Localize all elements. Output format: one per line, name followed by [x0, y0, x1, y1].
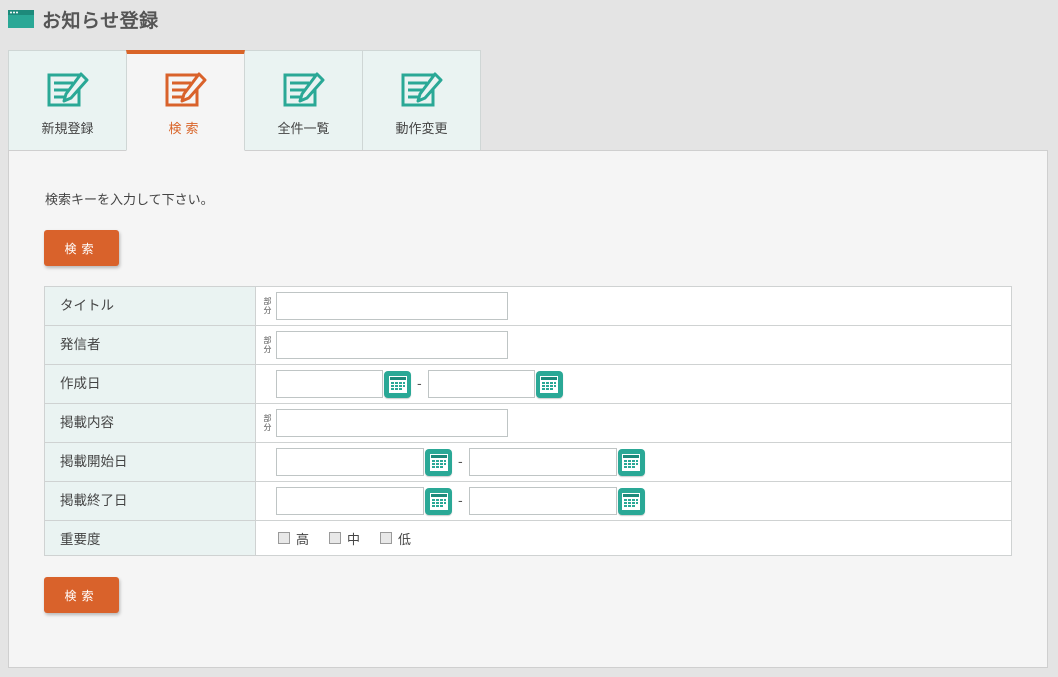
form-row-content: 掲載内容 部分	[44, 403, 1012, 443]
start-date-from-input[interactable]	[276, 448, 424, 476]
tab-search[interactable]: 検索	[126, 50, 245, 151]
calendar-button[interactable]	[425, 487, 452, 515]
field-label-start-date: 掲載開始日	[44, 442, 256, 482]
calendar-icon	[622, 453, 641, 471]
checkbox[interactable]	[278, 532, 290, 544]
search-panel: 検索キーを入力して下さい。 検索 タイトル 部分 発信者 部分 作成日 - 掲載…	[8, 150, 1048, 668]
tab-label: 動作変更	[395, 122, 448, 137]
calendar-button[interactable]	[535, 370, 563, 398]
search-button-bottom[interactable]: 検索	[44, 577, 119, 613]
field-label-sender: 発信者	[44, 325, 256, 365]
created-date-from-input[interactable]	[276, 370, 383, 398]
form-row-sender: 発信者 部分	[44, 325, 1012, 365]
form-row-created-date: 作成日 -	[44, 364, 1012, 404]
edit-note-icon	[165, 72, 206, 107]
calendar-icon	[540, 375, 559, 393]
tab-new-registration[interactable]: 新規登録	[8, 50, 127, 151]
tab-all-list[interactable]: 全件一覧	[244, 50, 363, 151]
search-form-table: タイトル 部分 発信者 部分 作成日 - 掲載内容 部 分 掲載開始日 - 掲載…	[44, 286, 1012, 556]
start-date-to-input[interactable]	[468, 448, 617, 476]
calendar-icon	[388, 375, 407, 393]
content-input[interactable]	[276, 409, 508, 437]
form-row-title: タイトル 部分	[44, 286, 1012, 326]
checkbox[interactable]	[380, 532, 393, 544]
tab-label: 全件一覧	[277, 122, 330, 137]
created-date-to-input[interactable]	[427, 370, 535, 398]
date-range-separator: -	[417, 376, 422, 392]
form-row-end-date: 掲載終了日 -	[44, 481, 1012, 521]
checkbox-label: 高	[296, 532, 310, 548]
end-date-from-input[interactable]	[276, 487, 424, 515]
importance-high-option[interactable]: 高	[278, 529, 309, 548]
checkbox-label: 低	[398, 532, 412, 548]
field-label-end-date: 掲載終了日	[44, 481, 256, 521]
window-icon	[8, 10, 34, 28]
checkbox-label: 中	[347, 532, 361, 548]
partial-match-label: 部分	[263, 414, 272, 432]
instruction-text: 検索キーを入力して下さい。	[45, 193, 214, 208]
calendar-button[interactable]	[384, 370, 411, 398]
form-row-importance: 重要度 高 中 低	[44, 520, 1012, 556]
calendar-button[interactable]	[617, 448, 645, 476]
calendar-icon	[429, 453, 448, 471]
field-label-importance: 重要度	[44, 520, 256, 556]
edit-note-icon	[283, 72, 324, 107]
calendar-icon	[429, 492, 448, 510]
calendar-button[interactable]	[425, 448, 452, 476]
edit-note-icon	[47, 72, 88, 107]
page-header: お知らせ登録	[8, 6, 159, 32]
calendar-button[interactable]	[617, 487, 645, 515]
importance-checkbox-group: 高 中 低	[261, 529, 1011, 548]
sender-input[interactable]	[276, 331, 508, 359]
calendar-icon	[622, 492, 641, 510]
search-button[interactable]: 検索	[44, 230, 119, 266]
end-date-to-input[interactable]	[468, 487, 617, 515]
partial-match-label: 部分	[263, 297, 272, 315]
page-title: お知らせ登録	[42, 9, 159, 32]
tab-label: 検索	[168, 122, 203, 137]
date-range-separator: -	[458, 493, 463, 509]
partial-match-label: 部分	[263, 336, 272, 354]
field-label-created-date: 作成日	[44, 364, 256, 404]
checkbox[interactable]	[329, 532, 342, 544]
field-label-content: 掲載内容	[44, 403, 256, 443]
tab-label: 新規登録	[41, 122, 94, 137]
tab-behavior-change[interactable]: 動作変更	[362, 50, 481, 151]
title-input[interactable]	[276, 292, 508, 320]
form-row-start-date: 掲載開始日 -	[44, 442, 1012, 482]
importance-low-option[interactable]: 低	[380, 529, 411, 548]
date-range-separator: -	[458, 454, 463, 470]
importance-medium-option[interactable]: 中	[329, 529, 360, 548]
edit-note-icon	[401, 72, 442, 107]
tab-bar: 新規登録 検索 全件一覧 動作変更	[8, 50, 481, 151]
field-label-title: タイトル	[44, 286, 256, 326]
